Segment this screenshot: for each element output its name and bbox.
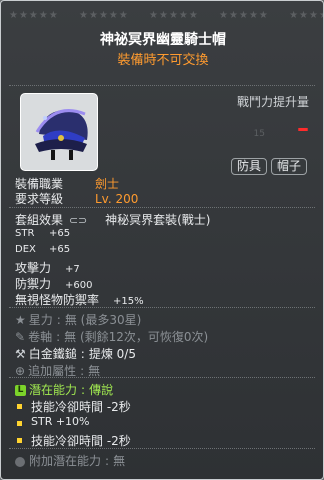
stat-value: +600 [65,280,93,291]
legendary-icon: L [15,385,26,396]
bullet-icon [17,421,22,426]
enhance-value: 無 (最多30星) [64,313,142,327]
stat-name: 攻擊力 [15,261,52,275]
combat-power-value: 15 [253,129,265,139]
stat-row: 攻擊力 +7 [15,259,80,276]
set-row: 套組效果 ⊂⊃ 神秘冥界套裝(戰士) [15,211,210,228]
star-group: ★★★★★ [9,10,59,21]
enhance-value: 無 [88,364,101,378]
level-value: Lv. 200 [95,192,139,206]
star-group: ★★★★★ [219,10,269,21]
divider [9,377,315,378]
link-icon: ⊂⊃ [68,214,88,227]
potential-grade: 傳說 [89,383,114,397]
potential-header: L 潛在能力: 傳說 [15,381,113,398]
stat-value: +65 [49,244,71,255]
item-name: 神祕冥界幽靈騎士帽 [100,32,226,48]
plus-icon: ⊕ [15,364,26,378]
trade-note: 裝備時不可交換 [117,53,209,68]
stat-name: STR [15,228,35,239]
stat-row: 防禦力 +600 [15,275,92,292]
item-icon-box [20,93,98,171]
combat-power-label: 戰鬥力提升量 [236,95,309,109]
divider [9,307,315,308]
set-label: 套組效果 [15,213,64,227]
stat-name: DEX [15,244,36,255]
enhance-label: 卷軸 [28,330,53,344]
combat-power-decrease-mark: – [297,114,309,142]
level-label: 要求等級 [15,192,64,206]
tag-hat: 帽子 [271,158,308,175]
star-group: ★★★★★ [79,10,129,21]
star-icon: ★ [15,313,26,327]
enhance-value: 無 (剩餘12次，可恢復0次) [64,330,209,344]
star-group: ★★★★★ [149,10,199,21]
stat-name: 無視怪物防禦率 [15,293,100,307]
divider [9,85,315,86]
scroll-icon: ✎ [15,330,26,344]
stat-row: STR +65 [15,228,70,239]
star-force-row: ★★★★★ ★★★★★ ★★★★★ ★★★★★ ★★★★★ [1,10,323,21]
potential-line: 技能冷卻時間 -2秒 [31,400,131,414]
bullet-icon [17,438,22,443]
job-value: 劍士 [95,177,120,191]
hammer-icon: ⚒ [15,347,26,361]
item-tooltip: ★★★★★ ★★★★★ ★★★★★ ★★★★★ ★★★★★ 神祕冥界幽靈騎士帽 … [0,0,324,480]
enhance-value: 提煉 0/5 [88,347,136,361]
set-value: 神秘冥界套裝(戰士) [105,213,211,227]
stat-value: +15% [113,296,144,307]
hammer-row: ⚒ 白金鐵鎚: 提煉 0/5 [15,347,136,361]
tag-armor: 防具 [231,158,268,175]
star-group: ★★★★★ [289,10,323,21]
bonus-potential-value: 無 [113,454,126,468]
stat-name: 防禦力 [15,277,52,291]
stat-value: +7 [65,264,80,275]
potential-label: 潛在能力 [29,383,78,397]
level-row: 要求等級 Lv. 200 [15,190,138,207]
divider [9,207,315,208]
hat-icon [35,109,88,160]
bonus-potential-row: 附加潛在能力: 無 [15,452,125,469]
stat-row: 無視怪物防禦率 +15% [15,291,144,308]
potential-line: 技能冷卻時間 -2秒 [31,434,131,448]
potential-line: STR +10% [31,415,90,428]
divider [9,448,315,449]
starforce-row: ★ 星力: 無 (最多30星) [15,313,142,327]
bullet-icon [17,404,22,409]
enhance-label: 星力 [28,313,53,327]
stat-row: DEX +65 [15,244,70,255]
enhance-label: 追加屬性 [28,364,77,378]
stat-value: +65 [49,228,71,239]
scroll-row: ✎ 卷軸: 無 (剩餘12次，可恢復0次) [15,330,209,344]
bonus-potential-icon [15,456,25,467]
enhance-label: 白金鐵鎚 [28,347,77,361]
bonus-potential-label: 附加潛在能力 [29,454,102,468]
